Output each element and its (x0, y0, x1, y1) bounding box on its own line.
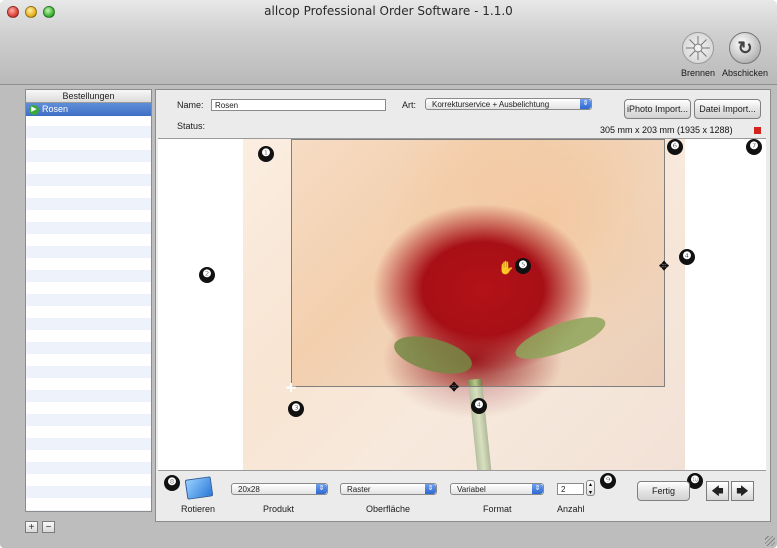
previous-button[interactable]: 🡄 (706, 481, 729, 501)
burn-disc-icon (682, 32, 714, 64)
sidebar-item-label: Rosen (42, 104, 69, 114)
name-label: Name: (177, 100, 204, 110)
outside-crop-overlay (665, 139, 685, 470)
produkt-select-value: 20x28 (238, 485, 260, 494)
marker-1: ❶ (258, 146, 274, 162)
resize-vertical-handle[interactable]: ✥ (449, 381, 459, 393)
produkt-select[interactable]: 20x28 ⇕ (231, 483, 328, 495)
produkt-label: Produkt (263, 504, 295, 514)
resize-horizontal-handle[interactable]: ✥ (659, 260, 669, 272)
marker-7: ❼ (746, 139, 762, 155)
brennen-button[interactable]: Brennen (674, 32, 722, 78)
marker-9: ❾ (600, 473, 616, 489)
rotate-icon[interactable] (184, 476, 214, 500)
arrow-right-icon: 🡆 (736, 484, 749, 498)
oberflaeche-select-value: Raster (347, 485, 371, 494)
title-toolbar: allcop Professional Order Software - 1.1… (0, 0, 777, 85)
arrow-left-icon: 🡄 (711, 484, 724, 498)
image-canvas[interactable]: ✥ ✥ ✛ ✋ (158, 138, 766, 471)
anzahl-stepper[interactable]: ▴ ▾ (586, 480, 595, 496)
art-label: Art: (402, 100, 417, 110)
brennen-label: Brennen (680, 68, 716, 78)
image-dimensions: 305 mm x 203 mm (1935 x 1288) (600, 125, 733, 135)
anzahl-label: Anzahl (557, 504, 585, 514)
sync-icon: ↻ (729, 32, 761, 64)
name-field[interactable]: Rosen (211, 99, 386, 111)
art-select-value: Korrekturservice + Ausbelichtung (432, 100, 550, 109)
anzahl-field[interactable]: 2 (557, 483, 584, 495)
status-label: Status: (177, 121, 206, 131)
rotieren-label: Rotieren (181, 504, 216, 514)
popup-arrows-icon: ⇕ (580, 99, 591, 109)
remove-order-button[interactable]: − (42, 521, 55, 533)
abschicken-label: Abschicken (721, 68, 769, 78)
warning-indicator (754, 127, 761, 134)
play-icon: ▶ (29, 104, 39, 115)
orders-sidebar: Bestellungen ▶ Rosen (25, 89, 152, 512)
app-window: allcop Professional Order Software - 1.1… (0, 0, 777, 548)
marker-8: ❽ (164, 475, 180, 491)
format-select-value: Variabel (457, 485, 486, 494)
marker-6: ❻ (667, 139, 683, 155)
popup-arrows-icon: ⇕ (532, 484, 543, 494)
sidebar-buttons: + − (25, 521, 55, 533)
datei-import-button[interactable]: Datei Import... (694, 99, 761, 119)
fertig-button[interactable]: Fertig (637, 481, 690, 501)
next-button[interactable]: 🡆 (731, 481, 754, 501)
crop-frame[interactable] (291, 139, 665, 387)
popup-arrows-icon: ⇕ (425, 484, 436, 494)
sidebar-item-rosen[interactable]: ▶ Rosen (26, 103, 151, 116)
outside-crop-overlay (243, 139, 291, 470)
hand-cursor-icon: ✋ (498, 260, 515, 275)
marker-5: ❺ (515, 258, 531, 274)
marker-4-right: ❹ (679, 249, 695, 265)
marker-3: ❸ (288, 401, 304, 417)
format-label: Format (483, 504, 512, 514)
abschicken-button[interactable]: ↻ Abschicken (721, 32, 769, 78)
art-select[interactable]: Korrekturservice + Ausbelichtung ⇕ (425, 98, 592, 110)
add-order-button[interactable]: + (25, 521, 38, 533)
window-title: allcop Professional Order Software - 1.1… (264, 4, 513, 18)
resize-grip[interactable] (765, 536, 775, 546)
oberflaeche-select[interactable]: Raster ⇕ (340, 483, 437, 495)
format-select[interactable]: Variabel ⇕ (450, 483, 544, 495)
popup-arrows-icon: ⇕ (316, 484, 327, 494)
oberflaeche-label: Oberfläche (366, 504, 411, 514)
iphoto-import-button[interactable]: iPhoto Import... (624, 99, 691, 119)
corner-handle[interactable]: ✛ (286, 382, 296, 394)
marker-4-bottom: ❹ (471, 398, 487, 414)
sidebar-header: Bestellungen (26, 90, 151, 103)
marker-2: ❷ (199, 267, 215, 283)
